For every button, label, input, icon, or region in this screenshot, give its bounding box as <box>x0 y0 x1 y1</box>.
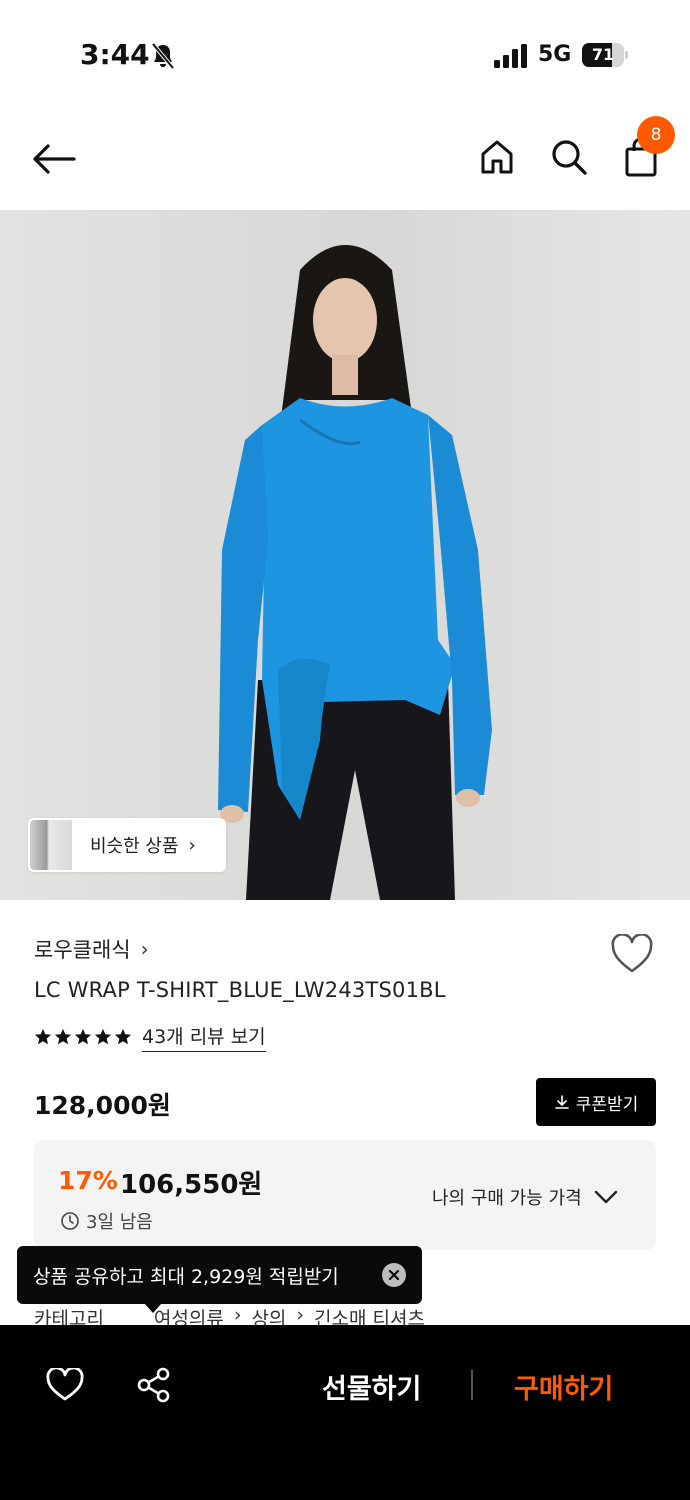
coupon-button[interactable]: 쿠폰받기 <box>536 1078 656 1126</box>
coupon-button-label: 쿠폰받기 <box>575 1094 639 1115</box>
heart-icon <box>611 934 653 973</box>
brand-name: 로우클래식 <box>34 938 131 962</box>
star-icon <box>34 1028 52 1045</box>
heart-icon <box>46 1368 84 1401</box>
discount-rate: 17% <box>58 1166 118 1195</box>
star-icon <box>94 1028 112 1045</box>
buy-button[interactable]: 구매하기 <box>514 1367 613 1406</box>
status-bar: 3:44 5G 71 <box>0 0 690 110</box>
bottom-bar-divider <box>471 1370 473 1400</box>
my-price-label: 나의 구매 가능 가격 <box>432 1188 582 1209</box>
battery-icon: 71 <box>582 43 628 67</box>
price-box: 17% 106,550원 3일 남음 나의 구매 가능 가격 <box>34 1140 656 1250</box>
battery-level: 71 <box>591 45 615 64</box>
star-icon <box>54 1028 72 1045</box>
rating-row: 43개 리뷰 보기 <box>34 1022 266 1052</box>
similar-products-label: 비슷한 상품 <box>90 836 179 857</box>
review-link[interactable]: 43개 리뷰 보기 <box>142 1022 266 1052</box>
chevron-right-icon: › <box>140 937 149 961</box>
home-button[interactable] <box>474 134 520 180</box>
product-title: LC WRAP T-SHIRT_BLUE_LW243TS01BL <box>34 978 446 1002</box>
wishlist-button[interactable] <box>608 932 656 976</box>
share-icon <box>137 1367 170 1403</box>
sale-price: 106,550원 <box>120 1170 263 1200</box>
network-label: 5G <box>538 42 572 67</box>
my-price-toggle[interactable]: 나의 구매 가능 가격 <box>432 1184 618 1210</box>
chevron-right-icon: › <box>188 834 196 856</box>
signal-icon <box>494 44 527 68</box>
toast-message: 상품 공유하고 최대 2,929원 적립받기 <box>33 1265 339 1288</box>
toast-pointer <box>144 1303 162 1313</box>
share-reward-toast[interactable]: 상품 공유하고 최대 2,929원 적립받기 <box>17 1246 422 1304</box>
toast-close-button[interactable] <box>382 1263 406 1287</box>
home-icon <box>481 140 513 174</box>
gift-button[interactable]: 선물하기 <box>322 1367 421 1406</box>
rating-stars <box>34 1028 132 1046</box>
search-button[interactable] <box>546 134 592 180</box>
list-price: 128,000원 <box>34 1091 171 1120</box>
app-header <box>0 110 690 210</box>
back-button[interactable] <box>28 138 80 180</box>
bottom-action-bar: 선물하기 구매하기 <box>0 1325 690 1500</box>
time-left-text: 3일 남음 <box>86 1212 153 1233</box>
download-icon <box>554 1095 569 1109</box>
similar-products-button[interactable]: 비슷한 상품 › <box>28 818 226 872</box>
bell-off-icon <box>151 42 175 70</box>
star-icon <box>114 1028 132 1045</box>
product-image[interactable] <box>0 210 690 900</box>
close-icon <box>388 1269 400 1281</box>
star-icon <box>74 1028 92 1045</box>
time-left: 3일 남음 <box>60 1208 153 1234</box>
status-time: 3:44 <box>80 38 150 71</box>
chevron-down-icon <box>594 1190 617 1204</box>
search-icon <box>552 140 587 175</box>
clock-icon <box>61 1212 79 1230</box>
bottom-wishlist-button[interactable] <box>44 1365 86 1405</box>
cart-count-badge: 8 <box>637 116 675 154</box>
arrow-left-icon <box>33 144 76 174</box>
share-button[interactable] <box>134 1365 174 1405</box>
similar-product-thumbnail <box>30 820 72 870</box>
product-photo <box>218 245 492 900</box>
brand-link[interactable]: 로우클래식 › <box>34 934 149 964</box>
